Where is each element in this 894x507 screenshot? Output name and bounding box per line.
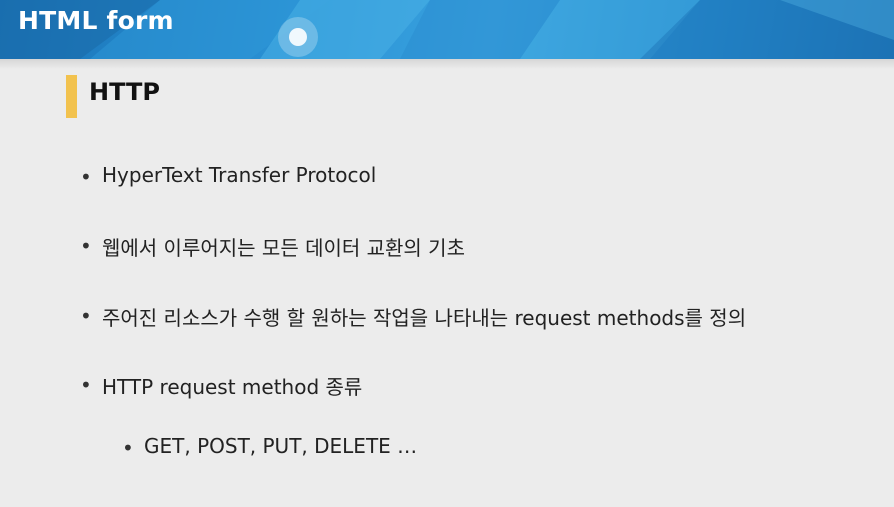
- bullet-item: HyperText Transfer Protocol: [102, 163, 377, 187]
- sub-bullet-item: GET, POST, PUT, DELETE …: [144, 434, 418, 458]
- bullet-icon: •: [80, 234, 92, 258]
- slide-header: HTML form: [0, 0, 894, 59]
- bullet-item: HTTP request method 종류: [102, 375, 363, 399]
- section-accent-bar: [66, 75, 77, 118]
- bullet-icon: •: [80, 165, 92, 189]
- bullet-item: 주어진 리소스가 수행 할 원하는 작업을 나타내는 request metho…: [102, 306, 747, 330]
- bullet-item: 웹에서 이루어지는 모든 데이터 교환의 기초: [102, 236, 465, 260]
- slide-title: HTML form: [18, 6, 174, 35]
- bullet-icon: •: [80, 373, 92, 397]
- header-divider: [0, 59, 894, 69]
- bullet-icon: •: [80, 304, 92, 328]
- sub-bullet-icon: •: [122, 436, 134, 460]
- section-title: HTTP: [89, 78, 160, 106]
